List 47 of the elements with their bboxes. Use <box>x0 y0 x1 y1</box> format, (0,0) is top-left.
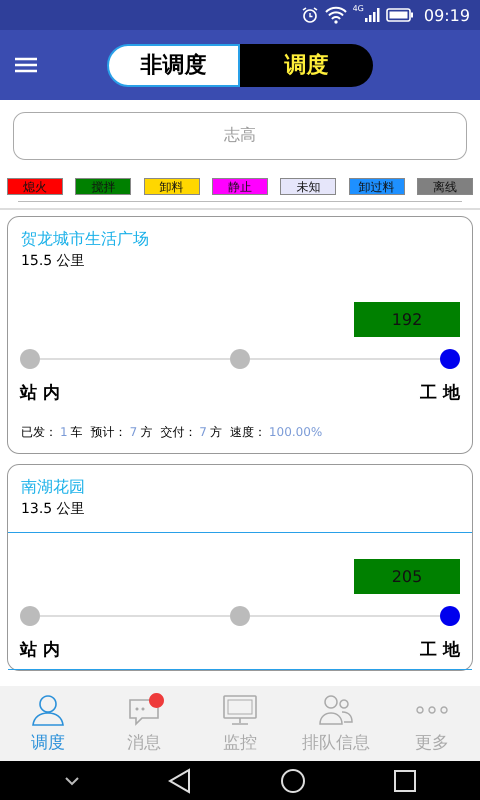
stat-text: 已发： 1 车 <box>21 424 83 441</box>
stat-text: 速度： 100.00% <box>230 424 324 441</box>
menu-icon[interactable] <box>15 57 37 73</box>
search-field[interactable]: 志高 <box>13 112 467 160</box>
legend-tag: 卸过料 <box>348 178 405 195</box>
legend-tag: 搅拌 <box>75 178 132 195</box>
nav-tab[interactable]: 消息 <box>96 693 192 754</box>
origin-label: 站 内 <box>20 639 60 661</box>
stat-text: 交付： 7 方 <box>160 424 222 441</box>
home-icon[interactable] <box>280 768 306 794</box>
nav-tab[interactable]: 排队信息 <box>288 693 384 754</box>
origin-label: 站 内 <box>20 382 60 404</box>
site-name: 南湖花园 <box>21 477 86 498</box>
legend-tag: 熄火 <box>7 178 63 195</box>
site-distance: 15.5 公里 <box>21 252 86 270</box>
back-icon[interactable] <box>166 768 192 794</box>
battery-icon <box>386 8 414 22</box>
status-time: 09:19 <box>424 6 470 24</box>
nav-tab[interactable]: 调度 <box>0 693 96 754</box>
mode-tab[interactable]: 非调度 <box>107 44 240 86</box>
vehicle-number: 205 <box>354 559 460 594</box>
site-name: 贺龙城市生活广场 <box>21 229 150 250</box>
mode-tab[interactable]: 调度 <box>240 44 373 86</box>
site-distance: 13.5 公里 <box>21 500 86 518</box>
stat-text: 预计： 7 方 <box>90 424 152 441</box>
person-icon <box>31 694 65 726</box>
legend-tag: 离线 <box>416 178 473 195</box>
vehicle-number: 192 <box>354 302 460 337</box>
signal-icon <box>364 7 380 23</box>
unread-dot <box>149 693 164 708</box>
legend-tag: 未知 <box>280 178 336 195</box>
chevron-down-icon[interactable] <box>64 776 80 786</box>
wifi-icon <box>324 6 347 24</box>
destination-label: 工 地 <box>420 639 460 661</box>
more-icon <box>415 706 449 714</box>
alarm-icon <box>300 6 319 24</box>
people-icon <box>318 694 354 726</box>
legend-tag: 卸料 <box>144 178 200 195</box>
site-card[interactable]: 贺龙城市生活广场 15.5 公里 192 站 内 工 地 已发： 1 车 预计： 7 方 交付： 7 方 速度： 100.00% <box>7 216 473 454</box>
nav-tab[interactable]: 更多 <box>384 693 480 754</box>
nav-tab[interactable]: 监控 <box>192 693 288 754</box>
legend-tag: 静止 <box>212 178 268 195</box>
recents-icon[interactable] <box>392 768 416 792</box>
site-card[interactable]: 南湖花园 13.5 公里 205 站 内 工 地 <box>7 464 473 671</box>
network-type: 4G <box>352 4 364 13</box>
destination-label: 工 地 <box>420 382 460 404</box>
monitor-icon <box>222 694 258 726</box>
